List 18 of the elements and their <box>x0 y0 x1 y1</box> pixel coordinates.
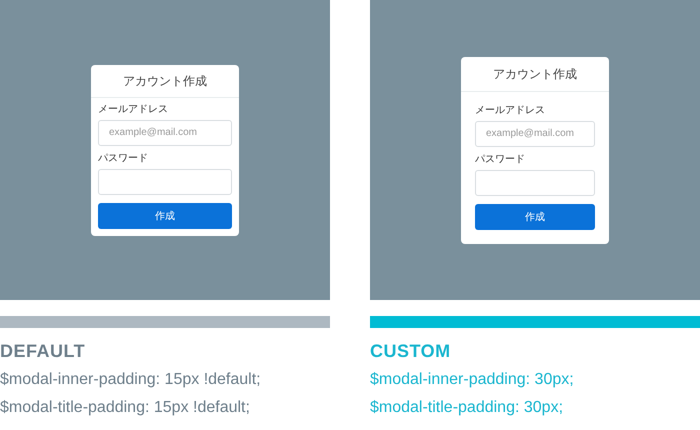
code-line: $modal-title-padding: 15px !default; <box>0 398 251 418</box>
create-button[interactable]: 作成 <box>98 202 232 228</box>
input-field[interactable]: example@mail.com <box>475 120 595 146</box>
field-label: メールアドレス <box>98 104 169 114</box>
input-field[interactable] <box>475 170 595 196</box>
modal-title: アカウント作成 <box>461 56 609 92</box>
input-field[interactable]: example@mail.com <box>98 120 232 146</box>
section-heading: DEFAULT <box>0 340 86 362</box>
field-label: パスワード <box>98 154 149 164</box>
code-line: $modal-inner-padding: 15px !default; <box>0 370 262 390</box>
code-line: $modal-inner-padding: 30px; <box>370 370 575 390</box>
field-label: パスワード <box>475 154 526 164</box>
section-heading: CUSTOM <box>370 340 452 362</box>
input-field[interactable] <box>98 168 232 194</box>
field-label: メールアドレス <box>475 106 546 116</box>
code-line: $modal-title-padding: 30px; <box>370 398 564 418</box>
modal-title: アカウント作成 <box>91 64 239 98</box>
create-button[interactable]: 作成 <box>475 204 595 230</box>
